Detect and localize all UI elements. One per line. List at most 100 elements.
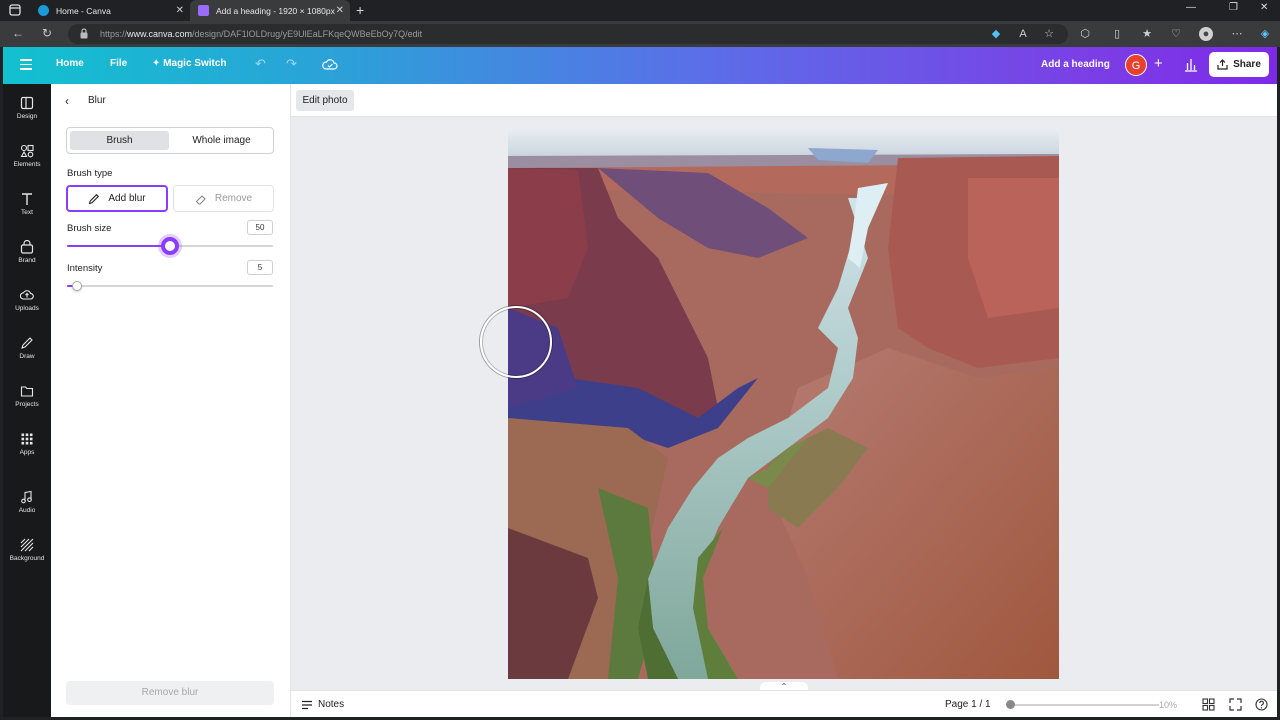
back-arrow-icon[interactable]: ←	[10, 26, 26, 40]
read-aloud-icon[interactable]: A	[1016, 27, 1030, 41]
undo-icon[interactable]: ↶	[255, 56, 266, 72]
more-menu-icon[interactable]: ⋯	[1230, 27, 1244, 41]
zoom-slider-thumb[interactable]	[1006, 700, 1015, 709]
maximize-icon[interactable]: ❐	[1229, 2, 1238, 13]
rail-item-design[interactable]: Design	[3, 96, 51, 136]
intensity-input[interactable]: 5	[247, 260, 273, 275]
rail-item-audio[interactable]: Audio	[3, 490, 51, 530]
audio-icon	[21, 490, 32, 504]
edit-photo-button[interactable]: Edit photo	[296, 90, 354, 111]
rail-label: Design	[16, 113, 38, 120]
heart-health-icon[interactable]: ♡	[1169, 27, 1183, 41]
whole-image-tab[interactable]: Whole image	[171, 131, 272, 150]
brand-icon	[20, 240, 34, 254]
brush-type-label: Brush type	[67, 168, 113, 179]
rail-label: Uploads	[15, 305, 39, 312]
intensity-label: Intensity	[67, 263, 103, 274]
home-link[interactable]: Home	[56, 58, 84, 69]
zoom-level[interactable]: 10%	[1159, 700, 1177, 710]
design-icon	[20, 96, 34, 110]
tab-title: Home - Canva	[56, 5, 111, 16]
add-collaborator-icon[interactable]: +	[1154, 55, 1163, 72]
user-avatar[interactable]: G	[1125, 54, 1147, 76]
elements-icon	[20, 144, 34, 158]
uploads-icon	[20, 290, 34, 300]
blur-mode-toggle: Brush Whole image	[66, 127, 274, 154]
favorite-star-icon[interactable]: ☆	[1042, 27, 1056, 41]
close-window-icon[interactable]: ✕	[1260, 2, 1268, 13]
rail-item-text[interactable]: Text	[3, 192, 51, 232]
magic-switch-button[interactable]: ✦ Magic Switch	[152, 58, 227, 69]
slider-track	[67, 285, 273, 287]
cloud-saved-icon[interactable]	[322, 58, 338, 71]
window-menu-icon[interactable]	[8, 3, 22, 17]
hamburger-menu-icon[interactable]	[20, 59, 32, 70]
remove-brush-button[interactable]: Remove	[173, 185, 274, 212]
rail-label: Background	[9, 555, 45, 562]
copilot-icon[interactable]: ◈	[1258, 27, 1272, 41]
file-menu[interactable]: File	[110, 58, 127, 69]
intensity-slider[interactable]	[67, 280, 273, 292]
rail-label: Apps	[19, 449, 35, 456]
share-upload-icon	[1217, 59, 1228, 70]
new-tab-icon[interactable]: +	[356, 2, 364, 18]
tab-home-canva[interactable]: Home - Canva ✕	[30, 0, 190, 21]
projects-icon	[20, 386, 34, 397]
document-title[interactable]: Add a heading	[1041, 59, 1110, 70]
magic-sparkle-icon: ✦	[152, 58, 161, 69]
rail-item-apps[interactable]: Apps	[3, 432, 51, 472]
split-screen-icon[interactable]: ▯	[1110, 27, 1124, 41]
favorites-bar-icon[interactable]: ★	[1140, 27, 1154, 41]
zoom-slider-track[interactable]	[1009, 704, 1159, 706]
brush-tab[interactable]: Brush	[70, 131, 169, 150]
url-text: https://www.canva.com/design/DAF1lOLDrug…	[100, 29, 423, 39]
bottom-bar: Notes Page 1 / 1 10%	[291, 690, 1277, 717]
brush-size-thumb[interactable]	[161, 237, 179, 255]
remove-blur-button[interactable]: Remove blur	[66, 681, 274, 705]
browser-tab-bar: Home - Canva ✕ Add a heading - 1920 × 10…	[0, 0, 1280, 21]
rail-item-background[interactable]: Background	[3, 538, 51, 578]
browser-address-bar: ← ↻ https://www.canva.com/design/DAF1lOL…	[0, 21, 1280, 47]
remove-label: Remove	[214, 193, 253, 204]
rail-item-elements[interactable]: Elements	[3, 144, 51, 184]
url-field[interactable]: https://www.canva.com/design/DAF1lOLDrug…	[68, 24, 1068, 44]
notes-button[interactable]: Notes	[301, 699, 344, 710]
add-blur-label: Add blur	[108, 193, 146, 204]
share-button[interactable]: Share	[1209, 52, 1269, 77]
apps-icon	[21, 433, 33, 445]
brush-size-input[interactable]: 50	[247, 220, 273, 235]
close-tab-icon[interactable]: ✕	[336, 5, 344, 16]
panel-title: Blur	[88, 95, 106, 106]
extension-tag-icon[interactable]: ◆	[989, 27, 1003, 41]
brush-size-slider[interactable]	[67, 237, 273, 255]
rail-item-projects[interactable]: Projects	[3, 384, 51, 424]
slider-fill	[67, 245, 170, 247]
canyon-photo[interactable]	[508, 128, 1059, 679]
blur-panel: ‹ Blur Brush Whole image Brush type Add …	[51, 84, 291, 717]
share-label: Share	[1233, 59, 1261, 70]
close-tab-icon[interactable]: ✕	[176, 5, 184, 16]
profile-icon[interactable]: ●	[1199, 27, 1213, 41]
tab-add-a-heading[interactable]: Add a heading - 1920 × 1080px ✕	[190, 0, 350, 21]
page-indicator[interactable]: Page 1 / 1	[945, 699, 991, 710]
notes-icon	[302, 700, 312, 709]
help-icon[interactable]	[1255, 698, 1268, 711]
grid-view-icon[interactable]	[1202, 698, 1215, 711]
brush-size-label: Brush size	[67, 223, 112, 234]
add-blur-button[interactable]: Add blur	[66, 185, 168, 212]
intensity-thumb[interactable]	[72, 281, 83, 291]
rail-item-brand[interactable]: Brand	[3, 240, 51, 280]
fullscreen-icon[interactable]	[1229, 698, 1242, 711]
eraser-icon	[195, 194, 206, 205]
left-nav-rail: Design Elements Text Brand Uploads Draw …	[3, 84, 51, 717]
redo-icon[interactable]: ↷	[286, 56, 297, 72]
canva-design-favicon-icon	[198, 5, 209, 16]
extensions-puzzle-icon[interactable]: ⬡	[1078, 27, 1092, 41]
minimize-icon[interactable]: —	[1186, 2, 1196, 13]
insights-chart-icon[interactable]	[1184, 56, 1198, 72]
rail-item-draw[interactable]: Draw	[3, 336, 51, 376]
blur-brush-cursor	[480, 306, 552, 378]
reload-icon[interactable]: ↻	[39, 26, 55, 40]
rail-item-uploads[interactable]: Uploads	[3, 288, 51, 328]
back-chevron-icon[interactable]: ‹	[65, 94, 69, 108]
